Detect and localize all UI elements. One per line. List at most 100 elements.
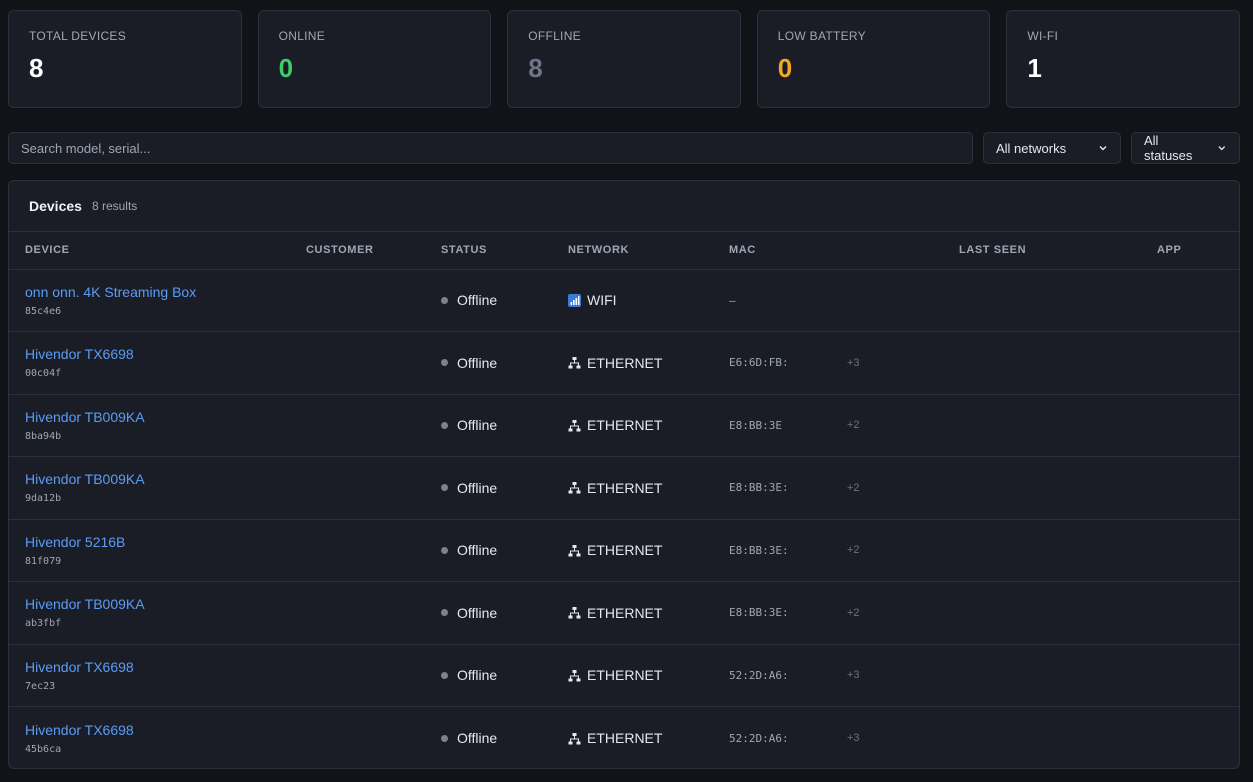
- table-row[interactable]: onn onn. 4K Streaming Box 85c4e6 Offline…: [9, 269, 1239, 332]
- device-name-link[interactable]: Hivendor 5216B: [25, 534, 306, 550]
- filter-toolbar: All networks All statuses: [8, 132, 1240, 164]
- column-header-network[interactable]: NETWORK: [568, 232, 729, 270]
- column-header-app[interactable]: APP: [1157, 232, 1239, 270]
- network-text: ETHERNET: [587, 417, 663, 434]
- device-cell: Hivendor TB009KA 8ba94b: [9, 394, 306, 457]
- device-name-link[interactable]: Hivendor TB009KA: [25, 471, 306, 487]
- search-input[interactable]: [8, 132, 973, 164]
- table-row[interactable]: Hivendor TX6698 7ec23 Offline ETHERNET 5…: [9, 644, 1239, 707]
- table-row[interactable]: Hivendor TB009KA 8ba94b Offline ETHERNET…: [9, 394, 1239, 457]
- mac-more-count: +2: [847, 481, 860, 494]
- last-seen-cell: [959, 394, 1157, 457]
- device-name-link[interactable]: onn onn. 4K Streaming Box: [25, 284, 306, 300]
- mac-cell: –: [729, 269, 959, 332]
- devices-table: DEVICE CUSTOMER STATUS NETWORK MAC LAST …: [9, 232, 1239, 769]
- device-name-link[interactable]: Hivendor TX6698: [25, 722, 306, 738]
- network-text: ETHERNET: [587, 604, 663, 621]
- ethernet-icon: [568, 606, 581, 619]
- network-text: WIFI: [587, 292, 617, 309]
- network-cell: WIFI: [568, 269, 729, 332]
- network-cell: ETHERNET: [568, 582, 729, 645]
- stat-card-wifi: WI-FI 1: [1006, 10, 1240, 108]
- status-text: Offline: [457, 417, 498, 434]
- status-text: Offline: [457, 354, 498, 371]
- status-cell: Offline: [441, 457, 568, 520]
- status-text: Offline: [457, 667, 498, 684]
- mac-more-count: +2: [847, 419, 860, 432]
- status-dot-icon: [441, 671, 448, 679]
- table-row[interactable]: Hivendor 5216B 81f079 Offline ETHERNET E…: [9, 519, 1239, 582]
- network-text: ETHERNET: [587, 479, 663, 496]
- stat-value: 8: [528, 53, 543, 83]
- status-filter-select[interactable]: All statuses: [1131, 132, 1240, 164]
- app-cell: [1157, 332, 1239, 395]
- device-name-link[interactable]: Hivendor TB009KA: [25, 596, 306, 612]
- stats-row: TOTAL DEVICES 8 ONLINE 0 OFFLINE 8 LOW B…: [8, 10, 1240, 108]
- device-cell: Hivendor TX6698 7ec23: [9, 644, 306, 707]
- device-cell: Hivendor TB009KA ab3fbf: [9, 582, 306, 645]
- device-name-link[interactable]: Hivendor TB009KA: [25, 409, 306, 425]
- status-cell: Offline: [441, 269, 568, 332]
- customer-cell: [306, 644, 441, 707]
- app-cell: [1157, 582, 1239, 645]
- ethernet-icon: [568, 544, 581, 557]
- stat-label: ONLINE: [278, 29, 326, 43]
- stat-label: TOTAL DEVICES: [29, 29, 127, 43]
- column-header-status[interactable]: STATUS: [441, 232, 568, 270]
- app-cell: [1157, 644, 1239, 707]
- ethernet-icon: [568, 356, 581, 369]
- status-dot-icon: [441, 484, 448, 492]
- device-serial: 9da12b: [25, 493, 62, 505]
- network-text: ETHERNET: [587, 730, 663, 746]
- status-dot-icon: [441, 734, 448, 742]
- table-header-row: DEVICE CUSTOMER STATUS NETWORK MAC LAST …: [9, 232, 1239, 270]
- network-cell: ETHERNET: [568, 332, 729, 395]
- column-header-device[interactable]: DEVICE: [9, 232, 306, 270]
- stat-value: 1: [1027, 53, 1042, 83]
- device-cell: Hivendor 5216B 81f079: [9, 519, 306, 582]
- customer-cell: [306, 519, 441, 582]
- device-name-link[interactable]: Hivendor TX6698: [25, 659, 306, 675]
- last-seen-cell: [959, 457, 1157, 520]
- mac-address: –: [729, 293, 736, 307]
- column-header-last-seen[interactable]: LAST SEEN: [959, 232, 1157, 270]
- wifi-icon: [568, 293, 581, 307]
- status-cell: Offline: [441, 332, 568, 395]
- column-header-mac[interactable]: MAC: [729, 232, 959, 270]
- table-row[interactable]: Hivendor TX6698 00c04f Offline ETHERNET …: [9, 332, 1239, 395]
- stat-label: LOW BATTERY: [777, 29, 866, 43]
- device-serial: 45b6ca: [25, 743, 62, 755]
- status-text: Offline: [457, 292, 498, 309]
- mac-cell: E8:BB:3E +2: [729, 394, 959, 457]
- stat-card-low-battery: LOW BATTERY 0: [756, 10, 991, 108]
- ethernet-icon: [568, 669, 581, 682]
- results-count: 8 results: [91, 199, 138, 213]
- network-cell: ETHERNET: [568, 707, 729, 769]
- status-dot-icon: [441, 359, 448, 367]
- stat-card-offline: OFFLINE 8: [507, 10, 741, 108]
- table-row[interactable]: Hivendor TX6698 45b6ca Offline ETHERNET …: [9, 707, 1239, 769]
- customer-cell: [306, 394, 441, 457]
- table-row[interactable]: Hivendor TB009KA ab3fbf Offline ETHERNET…: [9, 582, 1239, 645]
- status-filter-value: All statuses: [1144, 133, 1193, 163]
- ethernet-icon: [568, 732, 581, 745]
- mac-cell: E8:BB:3E: +2: [729, 519, 959, 582]
- network-filter-select[interactable]: All networks: [983, 132, 1121, 164]
- device-cell: Hivendor TX6698 45b6ca: [9, 707, 306, 769]
- stat-label: OFFLINE: [528, 29, 581, 43]
- last-seen-cell: [959, 332, 1157, 395]
- network-cell: ETHERNET: [568, 394, 729, 457]
- status-dot-icon: [441, 421, 448, 429]
- status-text: Offline: [457, 479, 498, 496]
- stat-card-online: ONLINE 0: [257, 10, 492, 108]
- last-seen-cell: [959, 707, 1157, 769]
- ethernet-icon: [568, 481, 581, 494]
- column-header-customer[interactable]: CUSTOMER: [306, 232, 441, 270]
- last-seen-cell: [959, 269, 1157, 332]
- network-filter-value: All networks: [996, 140, 1067, 156]
- device-name-link[interactable]: Hivendor TX6698: [25, 346, 306, 362]
- mac-cell: E8:BB:3E: +2: [729, 457, 959, 520]
- device-serial: ab3fbf: [25, 618, 62, 630]
- device-cell: Hivendor TX6698 00c04f: [9, 332, 306, 395]
- table-row[interactable]: Hivendor TB009KA 9da12b Offline ETHERNET…: [9, 457, 1239, 520]
